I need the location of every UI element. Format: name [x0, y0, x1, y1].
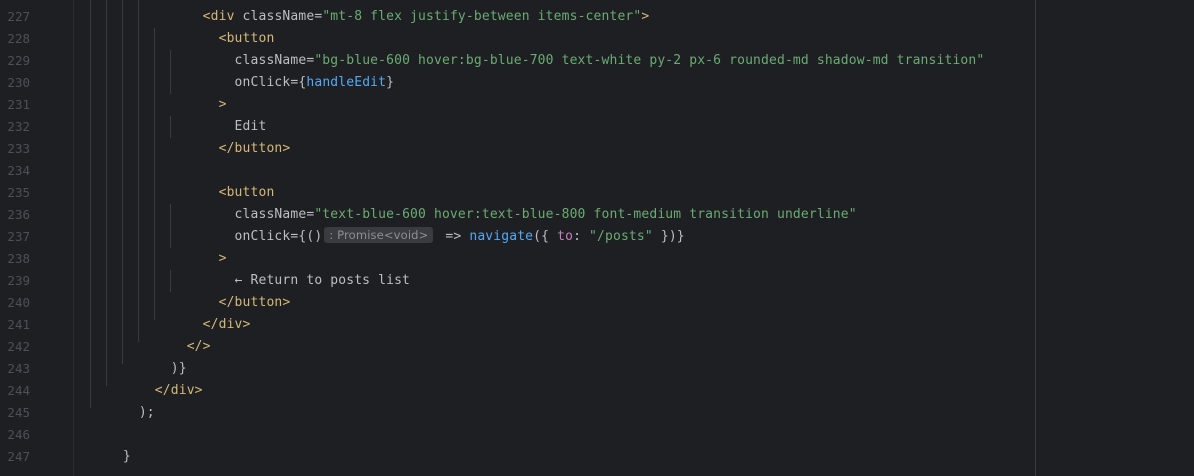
line-number: 234 — [7, 163, 30, 178]
jsx-text: Edit — [234, 119, 267, 134]
code-line[interactable]: </> — [75, 336, 1194, 358]
jsx-text: ← Return to posts list — [234, 273, 411, 288]
jsx-tag: > — [218, 97, 227, 112]
code-line[interactable]: className="bg-blue-600 hover:bg-blue-700… — [75, 50, 1194, 72]
code-line[interactable] — [75, 160, 1194, 182]
jsx-attribute: onClick — [234, 229, 291, 244]
type-inlay-hint: : Promise<void> — [324, 227, 434, 243]
punctuation: } — [122, 449, 131, 464]
jsx-tag: > — [218, 251, 227, 266]
code-line[interactable]: } — [75, 446, 1194, 468]
line-number: 231 — [7, 97, 30, 112]
line-number: 227 — [7, 9, 30, 24]
jsx-tag: </> — [186, 339, 211, 354]
jsx-attribute: className — [242, 9, 315, 24]
line-number: 242 — [7, 339, 30, 354]
string-literal: "bg-blue-600 hover:bg-blue-700 text-whit… — [314, 53, 985, 68]
code-line[interactable]: )} — [75, 358, 1194, 380]
line-number: 247 — [7, 449, 30, 464]
line-number: 246 — [7, 427, 30, 442]
jsx-attribute: onClick — [234, 75, 291, 90]
punctuation: )} — [170, 361, 187, 376]
code-area[interactable]: <div className="mt-8 flex justify-betwee… — [75, 6, 1194, 468]
line-number: 232 — [7, 119, 30, 134]
line-number-gutter: 227 228 229 230 231 232 233 234 235 236 … — [0, 6, 62, 468]
code-editor[interactable]: 227 228 229 230 231 232 233 234 235 236 … — [0, 0, 1194, 476]
code-line[interactable]: Edit — [75, 116, 1194, 138]
line-number: 241 — [7, 317, 30, 332]
line-number: 233 — [7, 141, 30, 156]
code-line[interactable]: <button — [75, 182, 1194, 204]
code-line[interactable] — [75, 424, 1194, 446]
line-number: 229 — [7, 53, 30, 68]
line-number: 243 — [7, 361, 30, 376]
punctuation: ); — [138, 405, 155, 420]
code-line[interactable]: > — [75, 94, 1194, 116]
code-line[interactable]: </div> — [75, 314, 1194, 336]
jsx-tag: <div — [202, 9, 243, 24]
line-number: 236 — [7, 207, 30, 222]
code-line[interactable]: onClick={handleEdit} — [75, 72, 1194, 94]
jsx-tag: <button — [218, 185, 275, 200]
jsx-tag: </div> — [202, 317, 251, 332]
jsx-tag: <button — [218, 31, 275, 46]
string-literal: "/posts" — [589, 229, 653, 244]
line-number: 235 — [7, 185, 30, 200]
code-line[interactable]: ← Return to posts list — [75, 270, 1194, 292]
string-literal: "text-blue-600 hover:text-blue-800 font-… — [314, 207, 857, 222]
function-reference[interactable]: handleEdit — [306, 75, 386, 90]
jsx-tag: </button> — [218, 141, 291, 156]
line-number: 238 — [7, 251, 30, 266]
jsx-tag: </button> — [218, 295, 291, 310]
object-key: to — [557, 229, 574, 244]
code-line[interactable]: </button> — [75, 138, 1194, 160]
code-line[interactable]: className="text-blue-600 hover:text-blue… — [75, 204, 1194, 226]
line-number: 244 — [7, 383, 30, 398]
gutter-divider — [73, 0, 74, 476]
code-line[interactable]: </button> — [75, 292, 1194, 314]
jsx-tag: </div> — [154, 383, 203, 398]
code-line[interactable]: </div> — [75, 380, 1194, 402]
line-number: 237 — [7, 229, 30, 244]
jsx-attribute: className — [234, 207, 307, 222]
line-number: 240 — [7, 295, 30, 310]
line-number: 239 — [7, 273, 30, 288]
string-literal: "mt-8 flex justify-between items-center" — [322, 9, 642, 24]
code-line[interactable]: <div className="mt-8 flex justify-betwee… — [75, 6, 1194, 28]
code-line[interactable]: > — [75, 248, 1194, 270]
code-line[interactable]: ); — [75, 402, 1194, 424]
line-number: 228 — [7, 31, 30, 46]
line-number: 230 — [7, 75, 30, 90]
function-reference[interactable]: navigate — [469, 229, 533, 244]
code-line[interactable]: onClick={(): Promise<void> => navigate({… — [75, 226, 1194, 248]
line-number: 245 — [7, 405, 30, 420]
jsx-attribute: className — [234, 53, 307, 68]
code-line[interactable]: <button — [75, 28, 1194, 50]
